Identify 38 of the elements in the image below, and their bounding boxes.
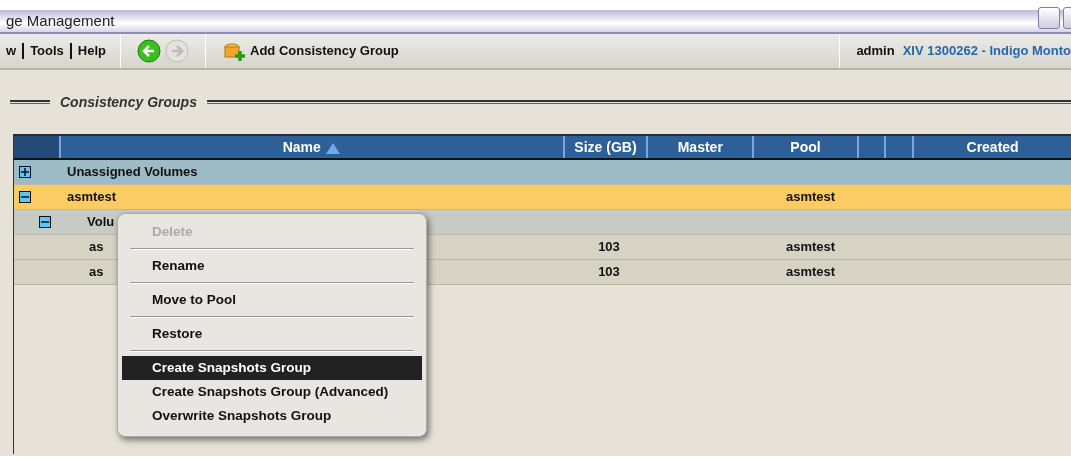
column-header[interactable]: Pool	[752, 136, 857, 158]
add-group-button[interactable]: Add Consistency Group	[206, 40, 399, 62]
column-header[interactable]: Created	[912, 136, 1071, 158]
column-header[interactable]: Size (GB)	[562, 136, 647, 158]
menu-item[interactable]: Help	[71, 41, 112, 61]
table-cell: asmtest	[785, 189, 836, 205]
menu-item[interactable]: Create Snapshots Group	[122, 356, 422, 380]
tree-row[interactable]: asmtest asmtest	[14, 185, 1071, 210]
menu-item[interactable]: Create Snapshots Group (Advanced)	[122, 380, 422, 404]
sort-icon	[324, 142, 341, 155]
column-header[interactable]: Name	[58, 136, 563, 158]
menu-item[interactable]: Move to Pool	[122, 288, 422, 312]
collapse-icon[interactable]	[19, 191, 31, 204]
user-name: admin	[855, 42, 895, 61]
back-button[interactable]	[137, 39, 161, 63]
table-cell: 103	[598, 264, 620, 280]
menu-item[interactable]: w	[0, 41, 23, 61]
tree-cell: as	[89, 264, 104, 280]
menu-item[interactable]: Tools	[24, 41, 70, 61]
minimize-button[interactable]	[1038, 7, 1060, 30]
tree-cell: Volu	[87, 214, 115, 230]
menu-item[interactable]: Restore	[122, 322, 422, 346]
menu-item[interactable]: Overwrite Snapshots Group	[122, 404, 422, 428]
table-cell: 103	[598, 239, 620, 255]
expand-icon[interactable]	[19, 166, 31, 179]
folder-add-icon	[222, 40, 246, 62]
window-title: ge Management	[6, 10, 115, 31]
tree-cell: asmtest	[67, 189, 117, 205]
collapse-icon[interactable]	[39, 216, 51, 229]
maximize-button[interactable]	[1063, 7, 1071, 30]
column-header[interactable]: Master	[646, 136, 753, 158]
system-name: XIV 1300262 - Indigo Monto	[901, 42, 1071, 61]
table-cell: asmtest	[785, 239, 836, 255]
tree-cell: Unassigned Volumes	[67, 164, 198, 180]
tree-row[interactable]: Unassigned Volumes	[14, 160, 1071, 185]
table-cell: asmtest	[785, 264, 836, 280]
tree-cell: as	[89, 239, 104, 255]
section-title: Consistency Groups	[60, 92, 197, 112]
